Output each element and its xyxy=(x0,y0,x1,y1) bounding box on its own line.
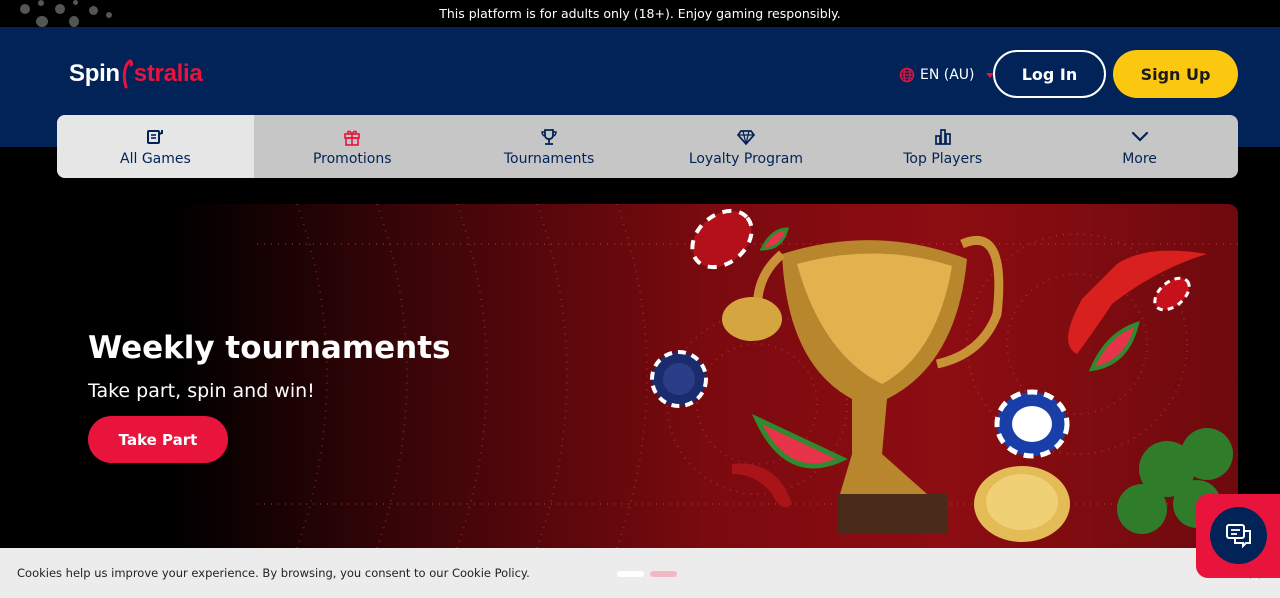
nav-item-promotions[interactable]: Promotions xyxy=(254,115,451,178)
language-label: EN (AU) xyxy=(920,67,975,83)
language-selector[interactable]: EN (AU) xyxy=(899,65,994,85)
hero-banner[interactable]: Weekly tournaments Take part, spin and w… xyxy=(57,204,1238,548)
nav-item-more[interactable]: More xyxy=(1041,115,1238,178)
nav-item-tournaments[interactable]: Tournaments xyxy=(451,115,648,178)
diamond-icon xyxy=(736,129,755,145)
age-notice-bar: This platform is for adults only (18+). … xyxy=(0,0,1280,27)
boomerang-logo-icon xyxy=(122,59,133,89)
nav-label: All Games xyxy=(120,150,191,167)
main-nav: All Games Promotions Tournaments Loyalty… xyxy=(57,115,1238,178)
signup-button[interactable]: Sign Up xyxy=(1113,50,1238,98)
gift-icon xyxy=(344,130,361,146)
bar-chart-icon xyxy=(934,128,951,145)
trophy-illustration xyxy=(650,208,1233,542)
chat-icon xyxy=(1225,523,1251,548)
age-notice-text: This platform is for adults only (18+). … xyxy=(439,6,841,21)
nav-item-loyalty-program[interactable]: Loyalty Program xyxy=(647,115,844,178)
site-logo[interactable]: Spin stralia xyxy=(69,57,203,91)
chat-bubble-container xyxy=(1210,507,1267,564)
chevron-down-icon xyxy=(1131,131,1148,142)
games-icon xyxy=(147,129,164,144)
nav-item-top-players[interactable]: Top Players xyxy=(844,115,1041,178)
cookie-text: Cookies help us improve your experience.… xyxy=(17,566,530,580)
nav-label: Loyalty Program xyxy=(688,150,803,167)
trophy-icon xyxy=(541,128,557,145)
login-button[interactable]: Log In xyxy=(993,50,1106,98)
globe-icon xyxy=(899,67,915,83)
decorative-dots xyxy=(18,0,118,27)
take-part-button[interactable]: Take Part xyxy=(88,416,228,463)
nav-label: Tournaments xyxy=(503,150,595,167)
nav-label: Promotions xyxy=(312,150,392,167)
nav-label: Top Players xyxy=(903,150,983,167)
golden-trophy-icon xyxy=(753,235,1004,534)
live-chat-button[interactable] xyxy=(1196,494,1280,578)
carousel-dot[interactable] xyxy=(650,571,677,577)
carousel-dot-active[interactable] xyxy=(617,571,644,577)
hero-subtitle: Take part, spin and win! xyxy=(88,380,315,402)
nav-item-all-games[interactable]: All Games xyxy=(57,115,254,178)
carousel-pager xyxy=(617,571,677,577)
hero-title: Weekly tournaments xyxy=(88,330,451,366)
nav-label: More xyxy=(1122,150,1157,167)
